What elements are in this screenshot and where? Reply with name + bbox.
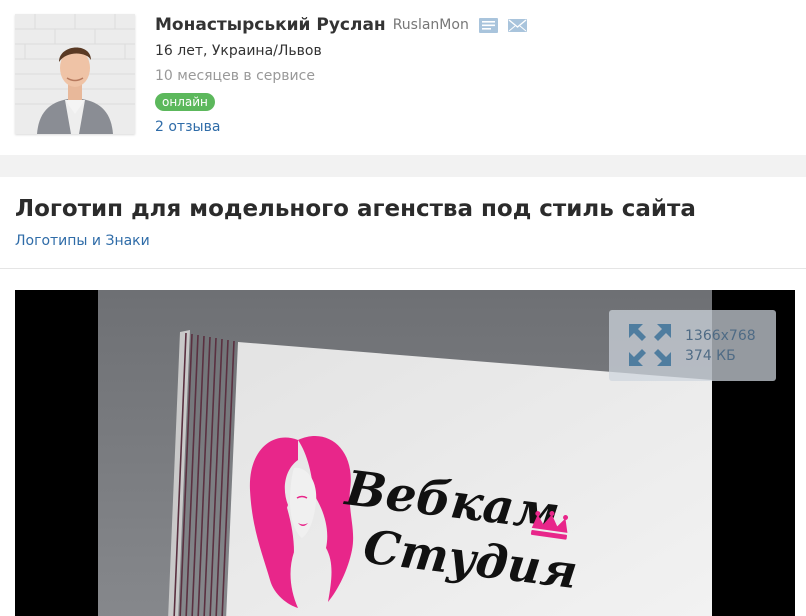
profile-name-row: Монастырський Руслан RuslanMon [155,13,527,37]
full-name[interactable]: Монастырський Руслан [155,15,386,35]
image-resolution: 1366x768 [685,328,756,344]
image-info-box[interactable]: 1366x768 374 КБ [609,310,776,381]
project-category-link[interactable]: Логотипы и Знаки [15,233,150,249]
freelancer-profile: Монастырський Руслан RuslanMon 16 лет, У… [0,0,806,155]
reviews-link[interactable]: 2 отзыва [155,119,220,135]
project-title: Логотип для модельного агенства под стил… [15,196,696,222]
online-status-badge: онлайн [155,93,215,111]
image-dimensions: 1366x768 374 КБ [685,326,756,366]
avatar[interactable] [15,14,135,134]
service-time: 10 месяцев в сервисе [155,68,315,84]
age-location: 16 лет, Украина/Львов [155,43,322,59]
message-icon[interactable] [478,17,498,33]
divider [0,268,806,269]
image-file-size: 374 КБ [685,348,736,364]
mail-icon[interactable] [507,18,527,33]
username: RuslanMon [392,17,469,33]
expand-icon[interactable] [629,324,671,366]
section-divider [0,155,806,177]
